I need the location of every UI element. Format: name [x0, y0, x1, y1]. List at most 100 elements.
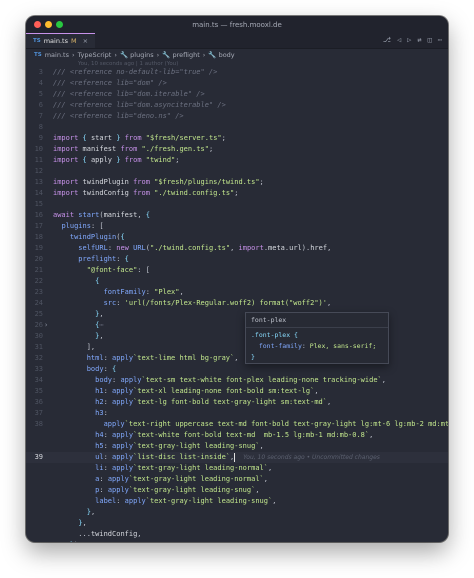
- code-text[interactable]: plugins: [: [53, 221, 103, 232]
- code-line[interactable]: 8: [26, 122, 448, 133]
- code-line[interactable]: 37 h3:: [26, 408, 448, 419]
- code-text[interactable]: h4: apply`text-white font-bold text-md m…: [53, 430, 373, 441]
- code-text[interactable]: import twindConfig from "./twind.config.…: [53, 188, 238, 199]
- close-icon[interactable]: ×: [83, 37, 88, 45]
- code-line[interactable]: 15: [26, 199, 448, 210]
- code-line[interactable]: 12: [26, 166, 448, 177]
- code-line[interactable]: 6 /// <reference lib="dom.asynciterable" …: [26, 100, 448, 111]
- code-line[interactable]: },: [26, 518, 448, 529]
- code-line[interactable]: 33 body: {: [26, 364, 448, 375]
- code-text[interactable]: /// <reference lib="dom.asynciterable" /…: [53, 100, 226, 111]
- code-text[interactable]: html: apply`text-lime html bg-gray`,: [53, 353, 239, 364]
- code-text[interactable]: /// <reference lib="dom.iterable" />: [53, 89, 205, 100]
- code-line[interactable]: 38 apply`text-right uppercase text-md fo…: [26, 419, 448, 430]
- code-text[interactable]: label: apply`text-gray-light leading-snu…: [53, 496, 276, 507]
- line-number: 23: [34, 288, 43, 296]
- code-line[interactable]: a: apply`text-gray-light leading-normal`…: [26, 474, 448, 485]
- code-line[interactable]: 5 /// <reference lib="dom.iterable" />: [26, 89, 448, 100]
- code-editor[interactable]: 3 /// <reference no-default-lib="true" />…: [26, 67, 448, 542]
- code-line[interactable]: h5: apply`text-gray-light leading-snug`,: [26, 441, 448, 452]
- code-text[interactable]: {⋯: [53, 320, 103, 331]
- code-text[interactable]: },: [53, 507, 95, 518]
- code-text[interactable]: import manifest from "./fresh.gen.ts";: [53, 144, 213, 155]
- code-text[interactable]: /// <reference lib="dom" />: [53, 78, 167, 89]
- code-line[interactable]: 7 /// <reference lib="deno.ns" />: [26, 111, 448, 122]
- breadcrumb-file[interactable]: main.ts: [45, 51, 69, 59]
- split-editor-icon[interactable]: ◫: [428, 36, 432, 44]
- code-text[interactable]: /// <reference lib="deno.ns" />: [53, 111, 184, 122]
- go-forward-icon[interactable]: ▷: [407, 36, 411, 44]
- code-line[interactable]: 11 import { apply } from "twind";: [26, 155, 448, 166]
- code-text[interactable]: import { start } from "$fresh/server.ts"…: [53, 133, 226, 144]
- code-text[interactable]: import twindPlugin from "$fresh/plugins/…: [53, 177, 264, 188]
- code-text[interactable]: "@font-face": [: [53, 265, 150, 276]
- code-line[interactable]: 20 preflight: {: [26, 254, 448, 265]
- code-text[interactable]: h2: apply`text-lg font-bold text-gray-li…: [53, 397, 331, 408]
- code-line[interactable]: 39 ul: apply`list-disc list-inside`, You,…: [26, 452, 448, 463]
- code-text[interactable]: ul: apply`list-disc list-inside`, You, 10…: [53, 452, 380, 463]
- code-line[interactable]: 36 h2: apply`text-lg font-bold text-gray…: [26, 397, 448, 408]
- code-line[interactable]: 4 /// <reference lib="dom" />: [26, 78, 448, 89]
- code-text[interactable]: import { apply } from "twind";: [53, 155, 180, 166]
- code-text[interactable]: li: apply`text-gray-light leading-normal…: [53, 463, 272, 474]
- code-line[interactable]: 22 {: [26, 276, 448, 287]
- breadcrumb-typescript[interactable]: TypeScript: [78, 51, 112, 59]
- code-line[interactable]: li: apply`text-gray-light leading-normal…: [26, 463, 448, 474]
- breadcrumb-body[interactable]: 🔧 body: [208, 51, 234, 59]
- zoom-window-button[interactable]: [56, 21, 63, 28]
- compare-icon[interactable]: ⇄: [417, 36, 421, 44]
- breadcrumb-plugins[interactable]: 🔧 plugins: [120, 51, 154, 59]
- close-window-button[interactable]: [34, 21, 41, 28]
- code-line[interactable]: 16 await start(manifest, {: [26, 210, 448, 221]
- code-line[interactable]: label: apply`text-gray-light leading-snu…: [26, 496, 448, 507]
- code-text[interactable]: /// <reference no-default-lib="true" />: [53, 67, 217, 78]
- code-text[interactable]: preflight: {: [53, 254, 129, 265]
- code-text[interactable]: await start(manifest, {: [53, 210, 150, 221]
- code-text[interactable]: ...twindConfig,: [53, 529, 141, 540]
- code-line[interactable]: 3 /// <reference no-default-lib="true" />: [26, 67, 448, 78]
- source-control-icon[interactable]: ⎇: [383, 36, 391, 44]
- code-text[interactable]: fontFamily: "Plex",: [53, 287, 184, 298]
- code-text[interactable]: h5: apply`text-gray-light leading-snug`,: [53, 441, 264, 452]
- go-back-icon[interactable]: ◁: [397, 36, 401, 44]
- code-line[interactable]: 19 selfURL: new URL("./twind.config.ts",…: [26, 243, 448, 254]
- code-line[interactable]: ...twindConfig,: [26, 529, 448, 540]
- code-line[interactable]: 35 h1: apply`text-xl leading-none font-b…: [26, 386, 448, 397]
- code-line[interactable]: },: [26, 507, 448, 518]
- code-text[interactable]: },: [53, 309, 103, 320]
- code-line[interactable]: 34 body: apply`text-sm text-white font-p…: [26, 375, 448, 386]
- code-text[interactable]: body: {: [53, 364, 117, 375]
- breadcrumb-preflight[interactable]: 🔧 preflight: [162, 51, 200, 59]
- code-line[interactable]: h4: apply`text-white font-bold text-md m…: [26, 430, 448, 441]
- more-icon[interactable]: ⋯: [438, 36, 442, 44]
- code-line[interactable]: }),: [26, 540, 448, 542]
- code-text[interactable]: a: apply`text-gray-light leading-normal`…: [53, 474, 268, 485]
- code-text[interactable]: {: [53, 276, 99, 287]
- code-text[interactable]: p: apply`text-gray-light leading-snug`,: [53, 485, 259, 496]
- fold-chevron-icon[interactable]: ›: [44, 320, 48, 331]
- code-text[interactable]: },: [53, 331, 103, 342]
- tab-main-ts[interactable]: TS main.ts M ×: [26, 33, 96, 48]
- code-line[interactable]: 14 import twindConfig from "./twind.confi…: [26, 188, 448, 199]
- code-text[interactable]: },: [53, 518, 86, 529]
- code-line[interactable]: 17 plugins: [: [26, 221, 448, 232]
- code-line[interactable]: p: apply`text-gray-light leading-snug`,: [26, 485, 448, 496]
- code-text[interactable]: }),: [53, 540, 83, 542]
- code-text[interactable]: src: 'url(/fonts/Plex-Regular.woff2) for…: [53, 298, 332, 309]
- code-text[interactable]: h3:: [53, 408, 108, 419]
- code-text[interactable]: apply`text-right uppercase text-md font-…: [53, 419, 448, 430]
- code-line[interactable]: 13 import twindPlugin from "$fresh/plugin…: [26, 177, 448, 188]
- code-text[interactable]: selfURL: new URL("./twind.config.ts", im…: [53, 243, 331, 254]
- code-line[interactable]: 24 src: 'url(/fonts/Plex-Regular.woff2) …: [26, 298, 448, 309]
- hover-css: .font-plex { font-family: Plex, sans-ser…: [251, 331, 377, 361]
- minimize-window-button[interactable]: [45, 21, 52, 28]
- code-line[interactable]: 18 twindPlugin({: [26, 232, 448, 243]
- code-text[interactable]: body: apply`text-sm text-white font-plex…: [53, 375, 386, 386]
- code-text[interactable]: h1: apply`text-xl leading-none font-bold…: [53, 386, 318, 397]
- code-text[interactable]: twindPlugin({: [53, 232, 125, 243]
- code-line[interactable]: 9 import { start } from "$fresh/server.ts…: [26, 133, 448, 144]
- code-line[interactable]: 23 fontFamily: "Plex",: [26, 287, 448, 298]
- code-line[interactable]: 10 import manifest from "./fresh.gen.ts";: [26, 144, 448, 155]
- code-text[interactable]: ],: [53, 342, 95, 353]
- code-line[interactable]: 21 "@font-face": [: [26, 265, 448, 276]
